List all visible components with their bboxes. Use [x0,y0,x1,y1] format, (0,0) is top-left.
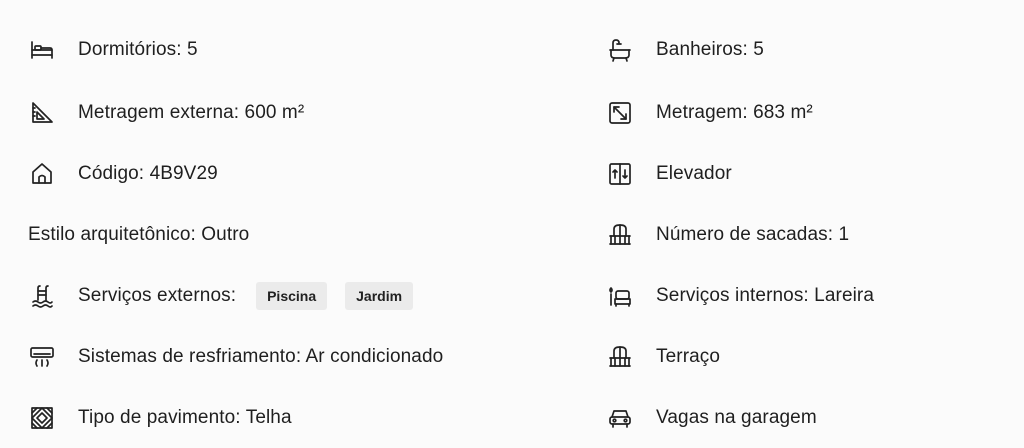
feature-row-terraco: Terraço [606,326,1006,387]
property-features-panel: Dormitórios: 5 Metragem externa: 600 m² … [0,0,1024,448]
pool-icon [28,282,56,310]
tag-chip: Jardim [345,281,414,310]
feature-label: Dormitórios: 5 [78,39,198,60]
features-right-column: Banheiros: 5 Metragem: 683 m² Elevador N… [606,18,1006,448]
house-icon [28,160,56,188]
air-conditioner-icon [28,343,56,371]
fireplace-sofa-icon [606,282,634,310]
feature-label: Número de sacadas: 1 [656,223,850,245]
car-icon [606,404,634,432]
feature-row-dormitorios: Dormitórios: 5 [28,18,588,82]
floor-tile-icon [28,404,56,432]
feature-row-pavimento: Tipo de pavimento: Telha [28,387,588,448]
bed-icon [28,36,56,64]
feature-label: Metragem externa: 600 m² [78,101,305,123]
feature-label: Código: 4B9V29 [78,162,218,184]
feature-row-codigo: Código: 4B9V29 [28,143,588,204]
elevator-icon [606,160,634,188]
bathtub-icon [606,36,634,64]
features-left-column: Dormitórios: 5 Metragem externa: 600 m² … [28,18,588,448]
feature-label: Tipo de pavimento: Telha [78,406,292,428]
feature-label: Serviços externos: [78,284,237,306]
feature-row-garagem: Vagas na garagem [606,387,1006,448]
feature-label: Vagas na garagem [656,406,817,428]
feature-row-banheiros: Banheiros: 5 [606,18,1006,82]
feature-label: Terraço [656,345,721,367]
feature-row-estilo: Estilo arquitetônico: Outro [28,204,588,265]
feature-label: Serviços internos: Lareira [656,284,875,306]
feature-row-resfriamento: Sistemas de resfriamento: Ar condicionad… [28,326,588,387]
expand-arrows-icon [606,99,634,127]
feature-row-metragem: Metragem: 683 m² [606,82,1006,143]
feature-label: Metragem: 683 m² [656,101,813,123]
feature-label: Banheiros: 5 [656,39,764,60]
feature-row-sacadas: Número de sacadas: 1 [606,204,1006,265]
tag-chip: Piscina [256,281,328,310]
feature-label: Estilo arquitetônico: Outro [28,223,250,245]
feature-row-elevador: Elevador [606,143,1006,204]
servicos-externos-tags: Piscina Jardim [256,281,414,310]
feature-row-metragem-externa: Metragem externa: 600 m² [28,82,588,143]
balcony-icon [606,221,634,249]
set-square-icon [28,99,56,127]
feature-label: Sistemas de resfriamento: Ar condicionad… [78,345,444,367]
feature-label: Elevador [656,162,732,184]
feature-row-servicos-externos: Serviços externos: Piscina Jardim [28,265,588,326]
feature-row-servicos-internos: Serviços internos: Lareira [606,265,1006,326]
terrace-icon [606,343,634,371]
